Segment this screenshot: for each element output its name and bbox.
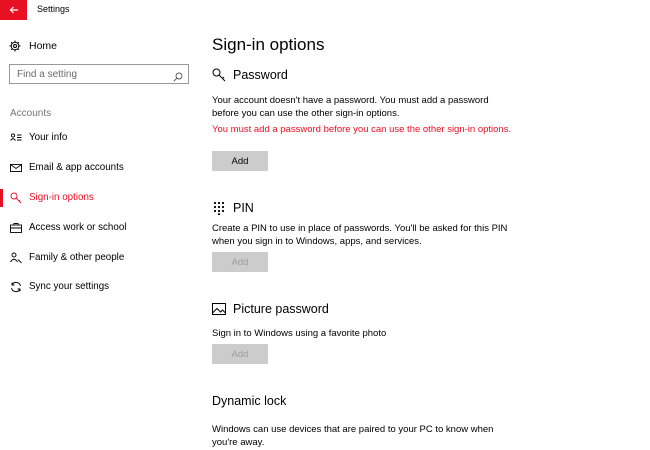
page-title: Sign-in options — [212, 35, 325, 54]
sidebar-item-label: Sign-in options — [29, 192, 94, 203]
pin-heading: PIN — [212, 201, 254, 215]
title-bar: Settings — [0, 0, 650, 20]
key-icon — [212, 68, 226, 82]
main-content: Sign-in options Password Your account do… — [212, 20, 642, 450]
sidebar-item-label: Family & other people — [29, 252, 125, 263]
keypad-icon — [212, 201, 226, 215]
briefcase-icon — [10, 222, 22, 234]
search-placeholder: Find a setting — [17, 69, 78, 80]
sidebar: Home Find a setting Accounts Your info E… — [0, 20, 198, 450]
sidebar-item-label: Email & app accounts — [29, 162, 124, 173]
mail-icon — [10, 162, 22, 174]
sidebar-item-label: Access work or school — [29, 222, 127, 233]
key-icon — [10, 192, 22, 204]
password-heading-label: Password — [233, 68, 288, 82]
back-arrow-icon — [9, 6, 18, 14]
add-pin-button[interactable]: Add — [212, 252, 268, 272]
sidebar-item-label: Your info — [29, 132, 68, 143]
sidebar-item-sync[interactable]: Sync your settings — [0, 275, 198, 299]
picture-icon — [212, 302, 226, 316]
home-label: Home — [29, 40, 58, 52]
password-heading: Password — [212, 68, 288, 82]
picture-password-heading: Picture password — [212, 302, 329, 316]
back-button[interactable] — [0, 0, 27, 20]
dynamic-lock-description: Windows can use devices that are paired … — [212, 424, 494, 448]
dynamic-lock-heading: Dynamic lock — [212, 394, 286, 408]
accounts-section-label: Accounts — [10, 108, 52, 119]
search-icon[interactable] — [173, 69, 183, 82]
person-card-icon — [10, 132, 22, 144]
password-warning: You must add a password before you can u… — [212, 124, 512, 135]
picture-password-heading-label: Picture password — [233, 302, 329, 316]
password-description: Your account doesn't have a password. Yo… — [212, 95, 489, 119]
sidebar-item-access-work[interactable]: Access work or school — [0, 216, 198, 240]
sidebar-item-sign-in-options[interactable]: Sign-in options — [0, 186, 198, 210]
window-title: Settings — [37, 4, 70, 14]
picture-password-description: Sign in to Windows using a favorite phot… — [212, 328, 387, 339]
pin-heading-label: PIN — [233, 201, 254, 215]
pin-description: Create a PIN to use in place of password… — [212, 223, 508, 247]
sidebar-item-your-info[interactable]: Your info — [0, 126, 198, 150]
sync-icon — [10, 281, 22, 293]
sidebar-item-family[interactable]: Family & other people — [0, 246, 198, 270]
search-input[interactable]: Find a setting — [9, 64, 189, 84]
add-picture-password-button[interactable]: Add — [212, 344, 268, 364]
add-password-button[interactable]: Add — [212, 151, 268, 171]
sidebar-item-label: Sync your settings — [29, 281, 110, 292]
sidebar-item-email-accounts[interactable]: Email & app accounts — [0, 156, 198, 180]
dynamic-lock-heading-label: Dynamic lock — [212, 394, 287, 408]
gear-icon — [9, 40, 21, 52]
home-nav-item[interactable]: Home — [9, 38, 57, 54]
people-icon — [10, 252, 22, 264]
